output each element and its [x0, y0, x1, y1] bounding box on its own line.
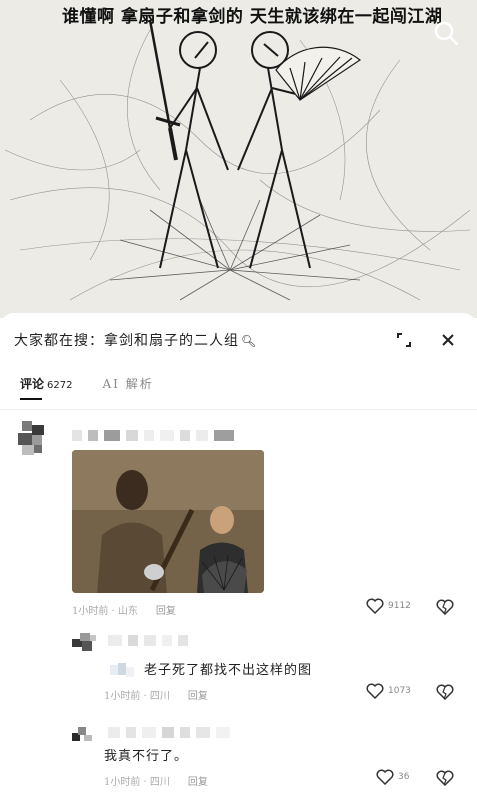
username-blurred[interactable]: [108, 727, 230, 738]
broken-heart-icon[interactable]: [436, 770, 454, 786]
search-small-icon: 🔍︎: [241, 334, 258, 348]
comment-time-location: 1小时前 · 四川: [104, 777, 170, 788]
tab-ai-analysis-label: AI 解析: [102, 377, 154, 391]
video-caption: 谁懂啊 拿扇子和拿剑的 天生就该绑在一起闯江湖: [62, 7, 443, 27]
username-blurred[interactable]: [108, 635, 188, 646]
suggested-search-label: 大家都在搜：拿剑和扇子的二人组: [14, 333, 239, 349]
comments-sheet: 大家都在搜：拿剑和扇子的二人组 🔍︎ 评论 6272 AI 解析 1小时前 · …: [0, 313, 477, 800]
username-blurred[interactable]: [72, 430, 234, 441]
video-frame[interactable]: 谁懂啊 拿扇子和拿剑的 天生就该绑在一起闯江湖: [0, 0, 477, 318]
comment-meta: 1小时前 · 四川 回复: [104, 773, 208, 788]
comment-image[interactable]: [72, 450, 264, 593]
avatar[interactable]: [72, 631, 98, 655]
avatar[interactable]: [16, 421, 50, 461]
tab-divider: [0, 409, 477, 410]
quoted-user-blurred: [110, 662, 134, 677]
suggested-search-text[interactable]: 大家都在搜：拿剑和扇子的二人组 🔍︎: [14, 330, 257, 350]
reply-button[interactable]: 回复: [188, 691, 208, 702]
reply-button[interactable]: 回复: [188, 777, 208, 788]
comment-tabs: 评论 6272 AI 解析: [20, 375, 154, 400]
heart-icon: [376, 769, 394, 785]
sketch-artwork: [4, 19, 471, 301]
comment-time-location: 1小时前 · 山东: [72, 606, 138, 617]
close-icon[interactable]: [439, 331, 457, 349]
expand-icon[interactable]: [395, 331, 413, 349]
search-icon[interactable]: [433, 20, 459, 46]
like-button[interactable]: 36: [376, 769, 409, 785]
suggested-search-bar[interactable]: 大家都在搜：拿剑和扇子的二人组 🔍︎: [14, 327, 463, 353]
comment-count: 6272: [47, 380, 73, 391]
like-count: 1073: [388, 686, 411, 696]
heart-icon: [366, 598, 384, 614]
like-button[interactable]: 9112: [366, 598, 411, 614]
broken-heart-icon[interactable]: [436, 599, 454, 615]
tab-comments[interactable]: 评论 6272: [20, 375, 72, 400]
comment-body: 我真不行了。: [104, 745, 188, 764]
avatar[interactable]: [72, 723, 98, 745]
broken-heart-icon[interactable]: [436, 684, 454, 700]
tab-ai-analysis[interactable]: AI 解析: [102, 375, 153, 400]
comment-text: 我真不行了。: [104, 749, 189, 764]
comment-meta: 1小时前 · 四川 回复: [104, 687, 208, 702]
heart-icon: [366, 683, 384, 699]
comment-time-location: 1小时前 · 四川: [104, 691, 170, 702]
comment-text: 老子死了都找不出这样的图: [144, 663, 313, 678]
like-count: 36: [398, 772, 410, 782]
comment-meta: 1小时前 · 山东 回复: [72, 602, 176, 617]
tab-comments-label: 评论: [20, 377, 45, 391]
like-count: 9112: [388, 601, 411, 611]
comment-body: 老子死了都找不出这样的图: [110, 659, 312, 679]
like-button[interactable]: 1073: [366, 683, 411, 699]
reply-button[interactable]: 回复: [156, 606, 176, 617]
